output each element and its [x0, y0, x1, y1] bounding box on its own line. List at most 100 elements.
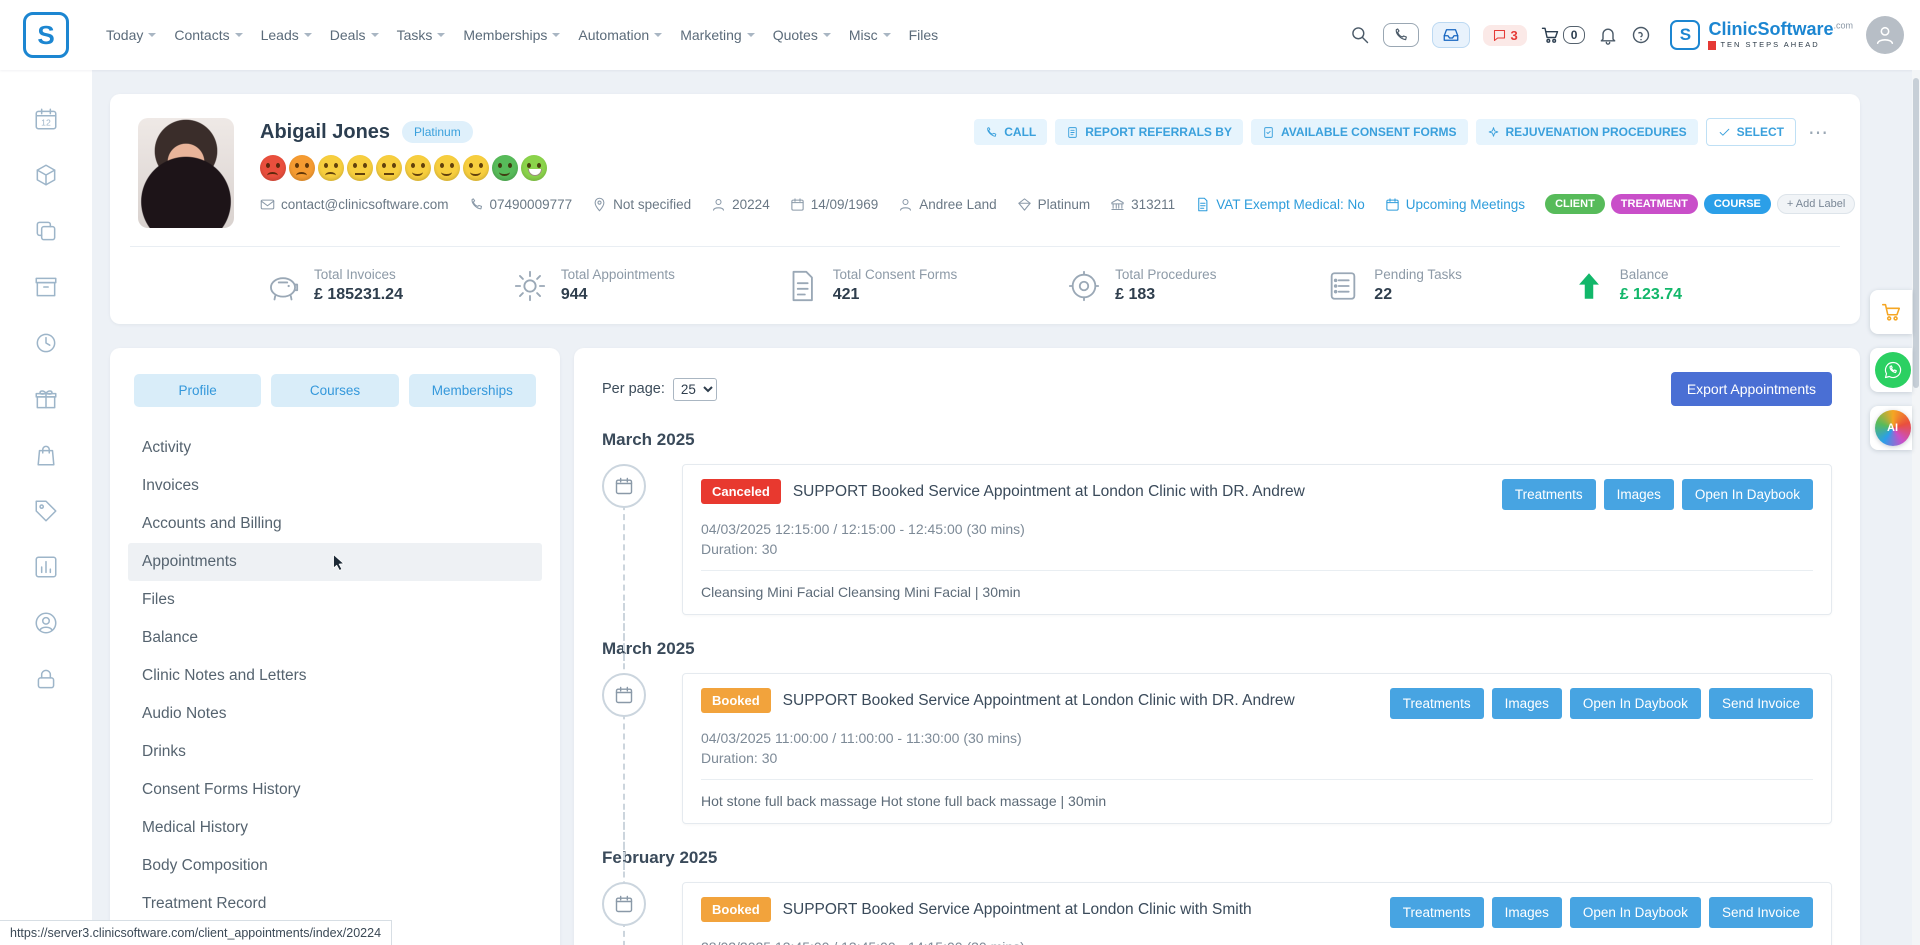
nav-item-contacts[interactable]: Contacts — [174, 27, 242, 43]
nav-item-today[interactable]: Today — [106, 27, 156, 43]
menu-item-audio-notes[interactable]: Audio Notes — [128, 695, 542, 733]
send-invoice-button[interactable]: Send Invoice — [1709, 897, 1813, 928]
cart-button[interactable]: 0 — [1540, 25, 1586, 45]
tab-courses[interactable]: Courses — [271, 374, 398, 407]
inbox-button[interactable] — [1432, 22, 1470, 48]
select-button[interactable]: SELECT — [1706, 118, 1796, 146]
client-dob: 14/09/1969 — [790, 197, 879, 212]
app-logo[interactable]: S — [0, 12, 92, 58]
images-button[interactable]: Images — [1492, 688, 1562, 719]
more-actions-button[interactable]: ⋯ — [1804, 120, 1832, 145]
menu-item-treatment-record[interactable]: Treatment Record — [128, 885, 542, 923]
mood-emoji[interactable] — [289, 155, 315, 181]
send-invoice-button[interactable]: Send Invoice — [1709, 688, 1813, 719]
treatments-button[interactable]: Treatments — [1390, 688, 1484, 719]
scrollbar-thumb[interactable] — [1913, 78, 1919, 388]
account-icon[interactable] — [33, 610, 59, 636]
reports-icon[interactable] — [33, 554, 59, 580]
nav-item-deals[interactable]: Deals — [330, 27, 379, 43]
client-photo[interactable] — [138, 118, 234, 228]
nav-item-leads[interactable]: Leads — [261, 27, 312, 43]
dialer-button[interactable] — [1383, 23, 1419, 47]
mood-emoji[interactable] — [318, 155, 344, 181]
menu-item-body-composition[interactable]: Body Composition — [128, 847, 542, 885]
nav-item-tasks[interactable]: Tasks — [397, 27, 446, 43]
treatments-button[interactable]: Treatments — [1502, 479, 1596, 510]
menu-item-activity[interactable]: Activity — [128, 429, 542, 467]
open-in-daybook-button[interactable]: Open In Daybook — [1570, 688, 1701, 719]
archive-icon[interactable] — [33, 274, 59, 300]
ai-widget[interactable]: AI — [1870, 406, 1912, 450]
nav-item-memberships[interactable]: Memberships — [463, 27, 560, 43]
products-icon[interactable] — [33, 162, 59, 188]
open-in-daybook-button[interactable]: Open In Daybook — [1570, 897, 1701, 928]
mood-emoji[interactable] — [376, 155, 402, 181]
user-avatar[interactable] — [1866, 16, 1904, 54]
help-icon[interactable] — [1631, 25, 1651, 45]
copy-icon[interactable] — [33, 218, 59, 244]
tab-memberships[interactable]: Memberships — [409, 374, 536, 407]
tag-icon[interactable] — [33, 498, 59, 524]
label-client[interactable]: CLIENT — [1545, 194, 1605, 214]
report-referrals-button[interactable]: REPORT REFERRALS BY — [1055, 119, 1243, 145]
call-button[interactable]: CALL — [974, 119, 1047, 145]
menu-item-balance[interactable]: Balance — [128, 619, 542, 657]
calendar-icon — [790, 197, 805, 212]
calendar-icon[interactable] — [33, 106, 59, 132]
page-scrollbar[interactable] — [1912, 70, 1920, 945]
label-treatment[interactable]: TREATMENT — [1611, 194, 1698, 214]
menu-item-consent-forms-history[interactable]: Consent Forms History — [128, 771, 542, 809]
nav-item-marketing[interactable]: Marketing — [680, 27, 754, 43]
stat-balance: Balance£ 123.74 — [1572, 267, 1682, 304]
images-button[interactable]: Images — [1604, 479, 1674, 510]
whatsapp-widget[interactable] — [1870, 348, 1912, 392]
brand-logo[interactable]: S ClinicSoftware.com TEN STEPS AHEAD — [1670, 20, 1853, 50]
bell-icon[interactable] — [1598, 25, 1618, 45]
upcoming-meetings-link[interactable]: Upcoming Meetings — [1385, 197, 1525, 212]
mood-emoji[interactable] — [463, 155, 489, 181]
cart-widget[interactable] — [1870, 290, 1912, 334]
mood-emoji[interactable] — [347, 155, 373, 181]
mood-emoji[interactable] — [434, 155, 460, 181]
shopping-bag-icon[interactable] — [33, 442, 59, 468]
client-email[interactable]: contact@clinicsoftware.com — [260, 197, 449, 212]
mood-emoji[interactable] — [521, 155, 547, 181]
menu-item-files[interactable]: Files — [128, 581, 542, 619]
available-consent-forms-button[interactable]: AVAILABLE CONSENT FORMS — [1251, 119, 1468, 145]
history-icon[interactable] — [33, 330, 59, 356]
add-label-button[interactable]: + Add Label — [1777, 194, 1855, 214]
icon-rail — [0, 70, 92, 945]
open-in-daybook-button[interactable]: Open In Daybook — [1682, 479, 1813, 510]
mood-emoji[interactable] — [260, 155, 286, 181]
mood-emoji[interactable] — [492, 155, 518, 181]
label-course[interactable]: COURSE — [1704, 194, 1771, 214]
timeline-calendar-icon[interactable] — [602, 673, 646, 717]
nav-item-automation[interactable]: Automation — [578, 27, 662, 43]
per-page-select[interactable]: 25 — [673, 378, 717, 401]
menu-item-appointments[interactable]: Appointments — [128, 543, 542, 581]
tab-profile[interactable]: Profile — [134, 374, 261, 407]
images-button[interactable]: Images — [1492, 897, 1562, 928]
gift-icon[interactable] — [33, 386, 59, 412]
search-icon[interactable] — [1350, 25, 1370, 45]
nav-item-misc[interactable]: Misc — [849, 27, 891, 43]
menu-item-clinic-notes-and-letters[interactable]: Clinic Notes and Letters — [128, 657, 542, 695]
timeline-calendar-icon[interactable] — [602, 464, 646, 508]
main-nav: Today Contacts Leads Deals Tasks Members… — [106, 27, 938, 43]
menu-item-accounts-and-billing[interactable]: Accounts and Billing — [128, 505, 542, 543]
treatments-button[interactable]: Treatments — [1390, 897, 1484, 928]
appointment-datetime: 04/03/2025 11:00:00 / 11:00:00 - 11:30:0… — [701, 730, 1813, 746]
export-appointments-button[interactable]: Export Appointments — [1671, 372, 1832, 406]
rejuvenation-procedures-button[interactable]: REJUVENATION PROCEDURES — [1476, 119, 1698, 145]
nav-item-quotes[interactable]: Quotes — [773, 27, 831, 43]
nav-item-files[interactable]: Files — [909, 27, 939, 43]
menu-item-drinks[interactable]: Drinks — [128, 733, 542, 771]
mood-emoji[interactable] — [405, 155, 431, 181]
menu-item-invoices[interactable]: Invoices — [128, 467, 542, 505]
chat-notifications-button[interactable]: 3 — [1483, 25, 1527, 46]
client-vat-status[interactable]: VAT Exempt Medical: No — [1195, 197, 1365, 212]
lock-icon[interactable] — [33, 666, 59, 692]
menu-item-medical-history[interactable]: Medical History — [128, 809, 542, 847]
client-phone[interactable]: 07490009777 — [469, 197, 573, 212]
timeline-calendar-icon[interactable] — [602, 882, 646, 926]
